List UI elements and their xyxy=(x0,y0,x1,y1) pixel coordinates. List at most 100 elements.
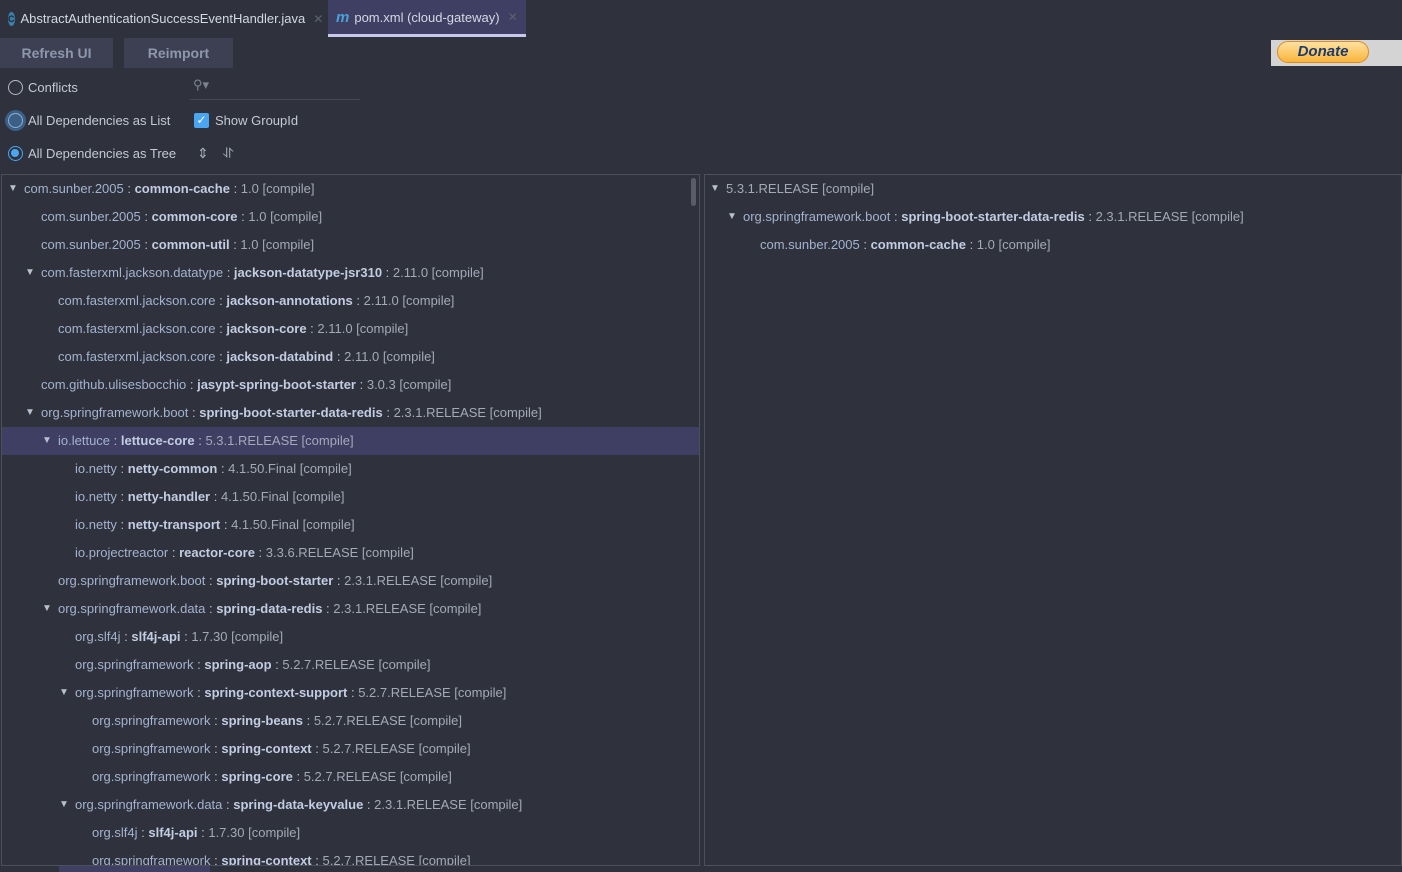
expand-arrow-icon[interactable]: ▼ xyxy=(59,679,69,707)
group-id: org.springframework xyxy=(92,853,211,866)
tree-row[interactable]: org.springframework : spring-core : 5.2.… xyxy=(2,763,699,791)
version: 3.0.3 [compile] xyxy=(366,377,452,392)
tree-row[interactable]: org.slf4j : slf4j-api : 1.7.30 [compile] xyxy=(2,819,699,847)
artifact-id: common-util xyxy=(151,237,230,252)
tree-row[interactable]: ▼ org.springframework.data : spring-data-… xyxy=(2,791,699,819)
dependency-label: com.fasterxml.jackson.core : jackson-cor… xyxy=(58,321,409,336)
version: 5.3.1.RELEASE [compile] xyxy=(205,433,354,448)
expand-arrow-icon[interactable]: ▼ xyxy=(8,175,18,203)
version: 2.11.0 [compile] xyxy=(392,265,484,280)
tree-row[interactable]: com.fasterxml.jackson.core : jackson-ann… xyxy=(2,287,699,315)
tree-row[interactable]: com.sunber.2005 : common-core : 1.0 [com… xyxy=(2,203,699,231)
group-id: org.springframework xyxy=(92,769,211,784)
version: 2.3.1.RELEASE [compile] xyxy=(374,797,523,812)
tree-row[interactable]: ▼ org.springframework.boot : spring-boot-… xyxy=(2,399,699,427)
group-id: com.fasterxml.jackson.core xyxy=(58,321,216,336)
version: 4.1.50.Final [compile] xyxy=(220,489,345,504)
search-input[interactable]: ⚲▾ xyxy=(190,76,360,100)
tree-row[interactable]: ▼ org.springframework : spring-context-su… xyxy=(2,679,699,707)
version: 2.11.0 [compile] xyxy=(317,321,409,336)
version: 2.11.0 [compile] xyxy=(363,293,455,308)
tree-row[interactable]: ▼ 5.3.1.RELEASE [compile] xyxy=(705,175,1401,203)
dependency-label: com.sunber.2005 : common-cache : 1.0 [co… xyxy=(24,181,315,196)
group-id: com.sunber.2005 xyxy=(41,209,141,224)
tree-row[interactable]: ▼ org.springframework.data : spring-data-… xyxy=(2,595,699,623)
show-groupid-checkbox[interactable]: ✓ Show GroupId xyxy=(194,113,298,128)
group-id: io.projectreactor xyxy=(75,545,169,560)
tree-label: All Dependencies as Tree xyxy=(28,146,177,161)
tree-row[interactable]: io.netty : netty-common : 4.1.50.Final [… xyxy=(2,455,699,483)
dependency-tree[interactable]: ▼ com.sunber.2005 : common-cache : 1.0 [c… xyxy=(1,174,700,866)
tree-row[interactable]: ▼ com.sunber.2005 : common-cache : 1.0 [c… xyxy=(2,175,699,203)
refresh-ui-button[interactable]: Refresh UI xyxy=(0,38,113,68)
dependency-label: io.projectreactor : reactor-core : 3.3.6… xyxy=(75,545,414,560)
version: 5.2.7.RELEASE [compile] xyxy=(313,713,462,728)
close-icon[interactable]: ✕ xyxy=(313,12,323,26)
expand-arrow-icon[interactable]: ▼ xyxy=(25,259,35,287)
version: 2.3.1.RELEASE [compile] xyxy=(333,601,482,616)
artifact-id: spring-aop xyxy=(204,657,272,672)
version: 1.0 [compile] xyxy=(248,209,323,224)
artifact-id: spring-boot-starter-data-redis xyxy=(901,209,1085,224)
artifact-id: jackson-databind xyxy=(226,349,334,364)
tree-row[interactable]: com.fasterxml.jackson.core : jackson-cor… xyxy=(2,315,699,343)
version: 1.7.30 [compile] xyxy=(191,629,284,644)
tree-row[interactable]: com.sunber.2005 : common-util : 1.0 [com… xyxy=(2,231,699,259)
tree-row[interactable]: ▼ io.lettuce : lettuce-core : 5.3.1.RELEA… xyxy=(2,427,699,455)
tree-row[interactable]: io.netty : netty-transport : 4.1.50.Fina… xyxy=(2,511,699,539)
tree-row[interactable]: ▼ com.fasterxml.jackson.datatype : jackso… xyxy=(2,259,699,287)
artifact-id: reactor-core xyxy=(179,545,255,560)
close-icon[interactable]: ✕ xyxy=(508,10,518,24)
donate-button[interactable]: Donate xyxy=(1277,41,1369,63)
artifact-id: spring-data-keyvalue xyxy=(233,797,364,812)
version: 1.0 [compile] xyxy=(976,237,1051,252)
donate-area: Donate xyxy=(1271,40,1402,66)
group-id: io.netty xyxy=(75,461,117,476)
tree-row[interactable]: io.projectreactor : reactor-core : 3.3.6… xyxy=(2,539,699,567)
group-id: org.springframework.data xyxy=(75,797,223,812)
dependency-label: org.springframework : spring-context-sup… xyxy=(75,685,507,700)
version: 2.3.1.RELEASE [compile] xyxy=(1095,209,1244,224)
tree-row[interactable]: com.fasterxml.jackson.core : jackson-dat… xyxy=(2,343,699,371)
version: 2.3.1.RELEASE [compile] xyxy=(393,405,542,420)
group-id: com.sunber.2005 xyxy=(41,237,141,252)
tab-pom-xml[interactable]: m pom.xml (cloud-gateway) ✕ xyxy=(328,0,526,37)
tree-row[interactable]: org.springframework : spring-context : 5… xyxy=(2,735,699,763)
expand-arrow-icon[interactable]: ▼ xyxy=(42,595,52,623)
dependency-label: io.netty : netty-transport : 4.1.50.Fina… xyxy=(75,517,355,532)
dependency-label: org.slf4j : slf4j-api : 1.7.30 [compile] xyxy=(92,825,301,840)
artifact-id: netty-handler xyxy=(127,489,211,504)
tree-row[interactable]: io.netty : netty-handler : 4.1.50.Final … xyxy=(2,483,699,511)
version: 5.2.7.RELEASE [compile] xyxy=(282,657,431,672)
collapse-all-icon[interactable]: ⥯ xyxy=(223,145,233,162)
tree-row[interactable]: com.sunber.2005 : common-cache : 1.0 [co… xyxy=(705,231,1401,259)
tree-row[interactable]: org.springframework : spring-context : 5… xyxy=(2,847,699,866)
usages-tree[interactable]: ▼ 5.3.1.RELEASE [compile] ▼ org.springframe… xyxy=(704,174,1402,866)
artifact-id: spring-context xyxy=(221,741,312,756)
tree-row[interactable]: org.slf4j : slf4j-api : 1.7.30 [compile] xyxy=(2,623,699,651)
expand-all-icon[interactable]: ⇕ xyxy=(197,145,209,162)
expand-arrow-icon[interactable]: ▼ xyxy=(42,427,52,455)
expand-arrow-icon[interactable]: ▼ xyxy=(727,203,737,231)
checkmark-icon: ✓ xyxy=(194,113,209,128)
all-dependencies-tree-radio[interactable]: All Dependencies as Tree xyxy=(8,146,176,161)
tab-abstract-handler[interactable]: C AbstractAuthenticationSuccessEventHand… xyxy=(0,0,327,37)
conflicts-label: Conflicts xyxy=(28,80,78,95)
tree-row[interactable]: org.springframework : spring-aop : 5.2.7… xyxy=(2,651,699,679)
expand-arrow-icon[interactable]: ▼ xyxy=(59,791,69,819)
tree-row[interactable]: org.springframework.boot : spring-boot-s… xyxy=(2,567,699,595)
conflicts-radio[interactable]: Conflicts xyxy=(8,80,78,95)
all-dependencies-list-radio[interactable]: All Dependencies as List xyxy=(8,113,170,128)
dependency-label: com.sunber.2005 : common-util : 1.0 [com… xyxy=(41,237,315,252)
expand-arrow-icon[interactable]: ▼ xyxy=(25,399,35,427)
dependency-label: org.springframework.data : spring-data-k… xyxy=(75,797,523,812)
expand-arrow-icon[interactable]: ▼ xyxy=(710,175,720,203)
tree-row[interactable]: org.springframework : spring-beans : 5.2… xyxy=(2,707,699,735)
dependency-label: com.fasterxml.jackson.core : jackson-dat… xyxy=(58,349,435,364)
horizontal-scrollbar[interactable] xyxy=(59,866,210,872)
reimport-button[interactable]: Reimport xyxy=(124,38,233,68)
tree-row[interactable]: com.github.ulisesbocchio : jasypt-spring… xyxy=(2,371,699,399)
artifact-id: netty-common xyxy=(127,461,218,476)
group-id: org.springframework xyxy=(75,657,194,672)
tree-row[interactable]: ▼ org.springframework.boot : spring-boot-… xyxy=(705,203,1401,231)
